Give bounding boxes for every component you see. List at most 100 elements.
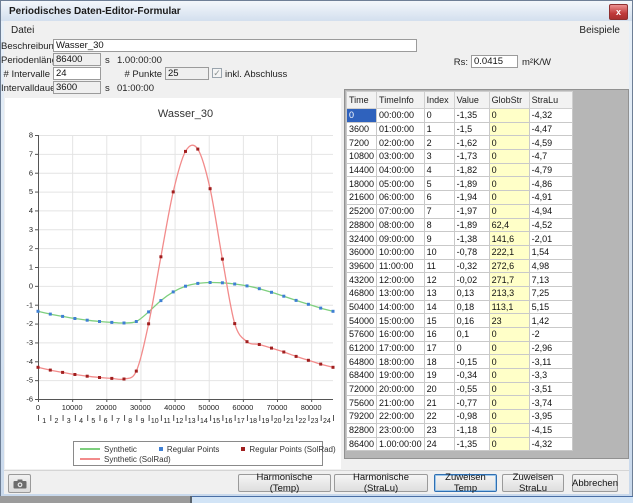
table-cell[interactable]: 271,7 [489,273,529,287]
table-cell[interactable]: 113,1 [489,300,529,314]
table-row[interactable]: 3600010:00:0010-0,78222,11,54 [347,245,573,259]
table-cell[interactable]: 07:00:00 [377,204,425,218]
table-cell[interactable]: 272,6 [489,259,529,273]
table-cell[interactable]: 4 [424,163,454,177]
table-cell[interactable]: 0 [489,382,529,396]
table-cell[interactable]: -0,78 [454,245,489,259]
table-cell[interactable]: 20 [424,382,454,396]
periodenlaenge-input[interactable] [53,53,101,66]
table-cell[interactable]: 20:00:00 [377,382,425,396]
column-header-stralu[interactable]: StraLu [529,92,572,109]
table-cell[interactable]: 2 [424,136,454,150]
table-cell[interactable]: -2,96 [529,341,572,355]
column-header-index[interactable]: Index [424,92,454,109]
table-cell[interactable]: 61200 [347,341,377,355]
zuweisen-stralu-button[interactable]: Zuweisen StraLu [502,474,564,492]
table-cell[interactable]: 0 [489,328,529,342]
table-row[interactable]: 3240009:00:009-1,38141,6-2,01 [347,232,573,246]
table-cell[interactable]: 08:00:00 [377,218,425,232]
table-cell[interactable]: 0 [489,396,529,410]
table-cell[interactable]: 18000 [347,177,377,191]
table-row[interactable]: 5760016:00:00160,10-2 [347,328,573,342]
table-cell[interactable]: 24 [424,437,454,451]
table-cell[interactable]: -1,94 [454,191,489,205]
table-cell[interactable]: 0 [489,355,529,369]
table-cell[interactable]: 0 [489,204,529,218]
inkl-abschluss-checkbox[interactable]: ✓ [212,68,222,78]
table-cell[interactable]: 0 [424,109,454,123]
table-cell[interactable]: 12 [424,273,454,287]
table-cell[interactable]: -4,32 [529,109,572,123]
table-cell[interactable]: -4,59 [529,136,572,150]
table-cell[interactable]: 0 [489,136,529,150]
table-cell[interactable]: -0,77 [454,396,489,410]
table-cell[interactable]: -1,82 [454,163,489,177]
table-cell[interactable]: -1,73 [454,150,489,164]
table-cell[interactable]: 0,1 [454,328,489,342]
table-cell[interactable]: 7,25 [529,286,572,300]
table-cell[interactable]: 82800 [347,423,377,437]
table-row[interactable]: 4680013:00:00130,13213,37,25 [347,286,573,300]
table-cell[interactable]: 0 [454,341,489,355]
table-cell[interactable]: -0,34 [454,369,489,383]
menu-datei[interactable]: Datei [7,24,38,37]
table-cell[interactable]: -1,35 [454,437,489,451]
table-cell[interactable]: 22 [424,410,454,424]
table-row[interactable]: 360001:00:001-1,50-4,47 [347,122,573,136]
table-row[interactable]: 3960011:00:0011-0,32272,64,98 [347,259,573,273]
table-cell[interactable]: 10 [424,245,454,259]
table-cell[interactable]: -0,55 [454,382,489,396]
table-row[interactable]: 5400015:00:00150,16231,42 [347,314,573,328]
table-cell[interactable]: 1 [424,122,454,136]
table-row[interactable]: 1800005:00:005-1,890-4,86 [347,177,573,191]
table-cell[interactable]: 19 [424,369,454,383]
table-cell[interactable]: 7,13 [529,273,572,287]
table-cell[interactable]: 13 [424,286,454,300]
table-cell[interactable]: 54000 [347,314,377,328]
table-cell[interactable]: 04:00:00 [377,163,425,177]
table-cell[interactable]: 213,3 [489,286,529,300]
table-cell[interactable]: -4,86 [529,177,572,191]
table-cell[interactable]: -1,35 [454,109,489,123]
table-row[interactable]: 720002:00:002-1,620-4,59 [347,136,573,150]
table-cell[interactable]: -3,11 [529,355,572,369]
table-cell[interactable]: 0 [347,109,377,123]
column-header-timeinfo[interactable]: TimeInfo [377,92,425,109]
harmonische-stralu-button[interactable]: Harmonische (StraLu) [334,474,428,492]
table-cell[interactable]: 09:00:00 [377,232,425,246]
table-row[interactable]: 6480018:00:0018-0,150-3,11 [347,355,573,369]
table-cell[interactable]: 5,15 [529,300,572,314]
table-row[interactable]: 7560021:00:0021-0,770-3,74 [347,396,573,410]
table-cell[interactable]: 16 [424,328,454,342]
table-cell[interactable]: 32400 [347,232,377,246]
table-cell[interactable]: 43200 [347,273,377,287]
table-cell[interactable]: 36000 [347,245,377,259]
table-cell[interactable]: -4,32 [529,437,572,451]
column-header-time[interactable]: Time [347,92,377,109]
table-cell[interactable]: -2 [529,328,572,342]
table-cell[interactable]: 03:00:00 [377,150,425,164]
table-cell[interactable]: 00:00:00 [377,109,425,123]
table-cell[interactable]: 5 [424,177,454,191]
table-cell[interactable]: 62,4 [489,218,529,232]
table-cell[interactable]: 13:00:00 [377,286,425,300]
table-cell[interactable]: -3,51 [529,382,572,396]
table-cell[interactable]: 14400 [347,163,377,177]
table-cell[interactable]: -4,91 [529,191,572,205]
table-cell[interactable]: 06:00:00 [377,191,425,205]
table-cell[interactable]: 11 [424,259,454,273]
table-cell[interactable]: 01:00:00 [377,122,425,136]
table-cell[interactable]: 4,98 [529,259,572,273]
table-cell[interactable]: 11:00:00 [377,259,425,273]
column-header-value[interactable]: Value [454,92,489,109]
table-cell[interactable]: -1,5 [454,122,489,136]
table-cell[interactable]: 05:00:00 [377,177,425,191]
table-cell[interactable]: 0 [489,423,529,437]
table-cell[interactable]: 21 [424,396,454,410]
table-cell[interactable]: -0,02 [454,273,489,287]
table-cell[interactable]: 10800 [347,150,377,164]
table-cell[interactable]: 23 [489,314,529,328]
table-cell[interactable]: 3 [424,150,454,164]
table-cell[interactable]: -3,3 [529,369,572,383]
abbrechen-button[interactable]: Abbrechen [572,474,618,492]
